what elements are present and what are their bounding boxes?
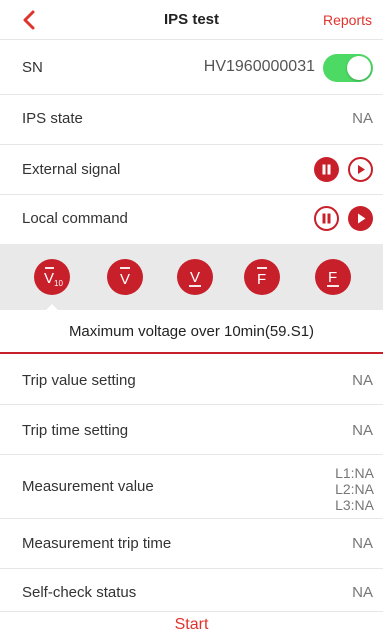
mode-glyph-v: V [120, 271, 130, 288]
ips-state-value: NA [352, 110, 373, 127]
local-command-label: Local command [22, 210, 128, 227]
header-bar: IPS test Reports [0, 0, 383, 40]
self-check-label: Self-check status [22, 584, 137, 601]
ips-state-row: IPS state NA [0, 95, 383, 145]
sn-label: SN [22, 59, 43, 76]
frequency-underline-button[interactable]: F [315, 259, 351, 295]
measurement-l2: L2:NA [335, 481, 374, 497]
sn-toggle-switch[interactable] [323, 54, 373, 82]
trip-time-row: Trip time setting NA [0, 405, 383, 455]
mode-glyph-v: V [190, 269, 200, 286]
reports-button[interactable]: Reports [323, 12, 372, 28]
local-command-row: Local command [0, 195, 383, 244]
ips-state-label: IPS state [22, 110, 83, 127]
trip-value-row: Trip value setting NA [0, 356, 383, 405]
mode-glyph-v: V [44, 270, 54, 287]
measurement-l1: L1:NA [335, 465, 374, 481]
selected-mode-header: Maximum voltage over 10min(59.S1) [0, 310, 383, 354]
external-pause-icon[interactable] [314, 157, 339, 182]
self-check-value: NA [352, 584, 373, 601]
mode-glyph-f: F [257, 271, 266, 288]
voltage-10min-average-button[interactable]: V 10 [34, 259, 70, 295]
selected-mode-title: Maximum voltage over 10min(59.S1) [68, 323, 315, 340]
mode-selector-band: V 10 V V F F [0, 244, 383, 310]
external-signal-row: External signal [0, 145, 383, 195]
trip-value-value: NA [352, 372, 373, 389]
footer-bar: Start [0, 612, 383, 637]
self-check-row: Self-check status NA [0, 569, 383, 612]
external-play-icon[interactable] [348, 157, 373, 182]
mode-subscript-10: 10 [54, 279, 63, 288]
frequency-overline-button[interactable]: F [244, 259, 280, 295]
measurement-value-label: Measurement value [22, 478, 154, 495]
external-signal-label: External signal [22, 161, 121, 178]
mode-glyph-f: F [328, 269, 337, 286]
voltage-overline-button[interactable]: V [107, 259, 143, 295]
start-button[interactable]: Start [0, 616, 383, 634]
measurement-l3: L3:NA [335, 497, 374, 513]
sn-value: HV1960000031 [203, 58, 315, 75]
measurement-trip-time-row: Measurement trip time NA [0, 519, 383, 569]
local-pause-icon[interactable] [314, 206, 339, 231]
trip-time-value: NA [352, 422, 373, 439]
trip-time-label: Trip time setting [22, 422, 129, 439]
local-play-icon[interactable] [348, 206, 373, 231]
measurement-trip-time-label: Measurement trip time [22, 535, 172, 552]
measurement-value-row: Measurement value L1:NA L2:NA L3:NA [0, 455, 383, 519]
trip-value-label: Trip value setting [22, 372, 136, 389]
voltage-underline-button[interactable]: V [177, 259, 213, 295]
sn-row: SN HV1960000031 [0, 41, 383, 95]
measurement-trip-time-value: NA [352, 535, 373, 552]
measurement-values: L1:NA L2:NA L3:NA [335, 465, 374, 513]
toggle-knob [347, 56, 371, 80]
